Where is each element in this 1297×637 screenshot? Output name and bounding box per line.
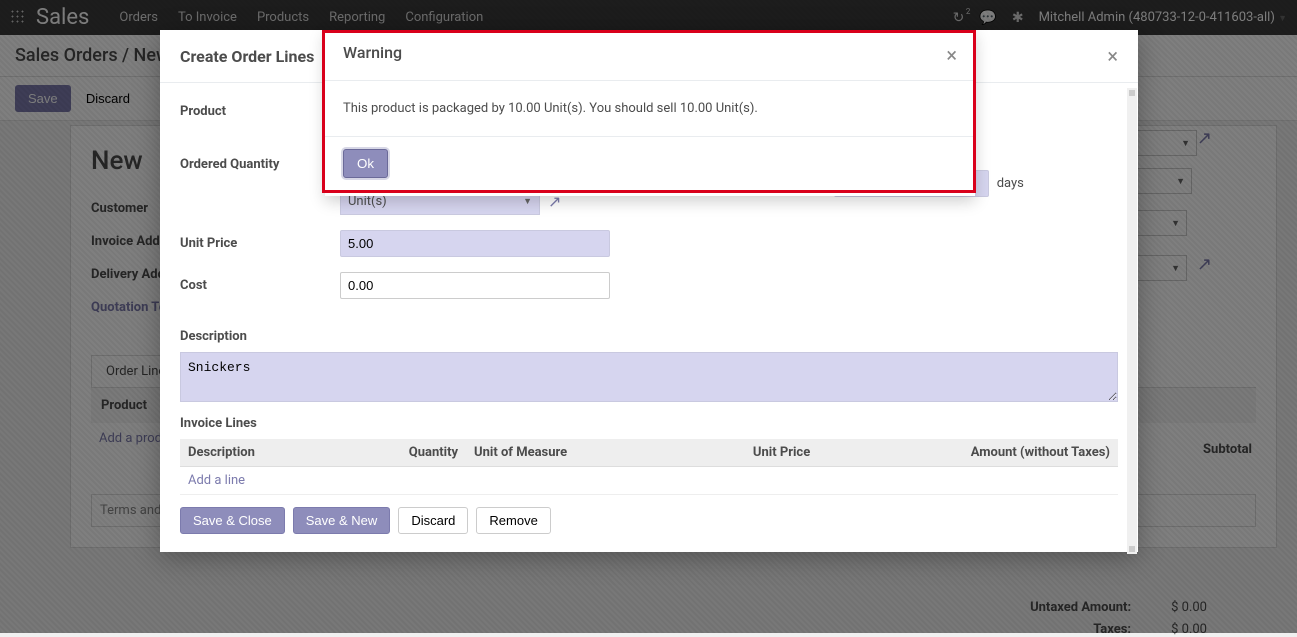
invoice-lines-table: Description Quantity Unit of Measure Uni… (180, 439, 1118, 495)
close-icon[interactable]: × (1107, 44, 1118, 68)
discard-button[interactable]: Discard (398, 507, 468, 534)
label-product: Product (180, 98, 340, 121)
th-uom: Unit of Measure (466, 439, 677, 467)
save-close-button[interactable]: Save & Close (180, 507, 285, 534)
label-unit-price: Unit Price (180, 230, 340, 257)
ok-button[interactable]: Ok (343, 149, 388, 178)
label-invoice-lines: Invoice Lines (180, 416, 1118, 431)
th-amount: Amount (without Taxes) (818, 439, 1118, 467)
unit-price-input[interactable] (340, 230, 610, 257)
description-textarea[interactable] (180, 352, 1118, 402)
th-unit-price: Unit Price (677, 439, 819, 467)
label-ordered-qty: Ordered Quantity (180, 151, 340, 215)
th-description: Description (180, 439, 340, 467)
th-quantity: Quantity (340, 439, 466, 467)
days-label: days (997, 176, 1024, 191)
save-new-button[interactable]: Save & New (293, 507, 391, 534)
add-line-link[interactable]: Add a line (188, 473, 245, 488)
modal-title: Create Order Lines (180, 47, 314, 66)
close-icon[interactable]: × (946, 43, 957, 67)
cost-input[interactable] (340, 272, 610, 299)
label-description: Description (180, 329, 1118, 344)
warning-message: This product is packaged by 10.00 Unit(s… (325, 81, 975, 136)
warning-modal: Warning × This product is packaged by 10… (325, 30, 975, 196)
label-cost: Cost (180, 272, 340, 299)
warning-title: Warning (343, 43, 402, 67)
remove-button[interactable]: Remove (476, 507, 550, 534)
